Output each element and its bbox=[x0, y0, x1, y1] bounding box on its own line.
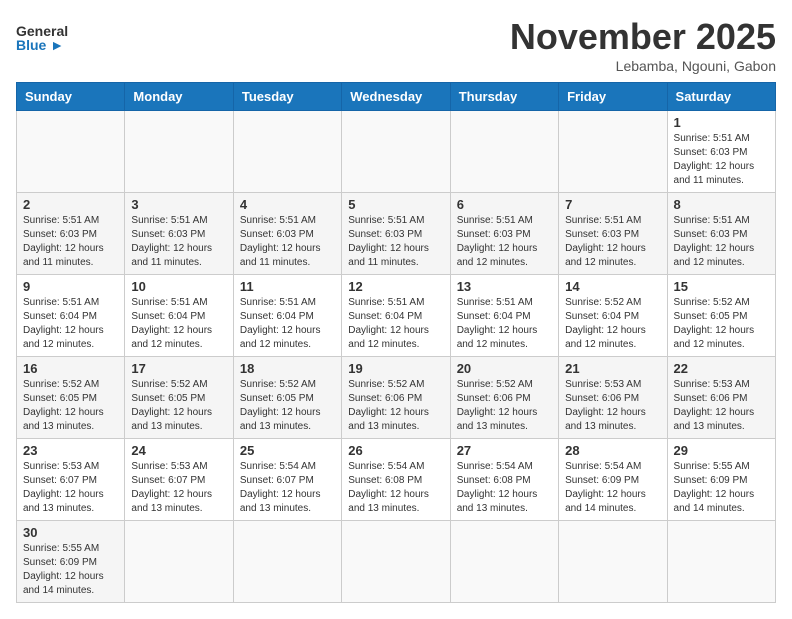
header-saturday: Saturday bbox=[667, 83, 775, 111]
header-wednesday: Wednesday bbox=[342, 83, 450, 111]
title-section: November 2025 Lebamba, Ngouni, Gabon bbox=[510, 16, 776, 74]
day-7: 7 Sunrise: 5:51 AM Sunset: 6:03 PM Dayli… bbox=[559, 193, 667, 275]
day-13: 13 Sunrise: 5:51 AM Sunset: 6:04 PM Dayl… bbox=[450, 275, 558, 357]
header-friday: Friday bbox=[559, 83, 667, 111]
header-thursday: Thursday bbox=[450, 83, 558, 111]
day-4: 4 Sunrise: 5:51 AM Sunset: 6:03 PM Dayli… bbox=[233, 193, 341, 275]
day-17: 17 Sunrise: 5:52 AM Sunset: 6:05 PM Dayl… bbox=[125, 357, 233, 439]
day-10: 10 Sunrise: 5:51 AM Sunset: 6:04 PM Dayl… bbox=[125, 275, 233, 357]
day-23: 23 Sunrise: 5:53 AM Sunset: 6:07 PM Dayl… bbox=[17, 439, 125, 521]
day-27: 27 Sunrise: 5:54 AM Sunset: 6:08 PM Dayl… bbox=[450, 439, 558, 521]
calendar-row-2: 2 Sunrise: 5:51 AM Sunset: 6:03 PM Dayli… bbox=[17, 193, 776, 275]
empty-cell bbox=[667, 521, 775, 603]
empty-cell bbox=[342, 521, 450, 603]
day-19: 19 Sunrise: 5:52 AM Sunset: 6:06 PM Dayl… bbox=[342, 357, 450, 439]
empty-cell bbox=[233, 521, 341, 603]
month-title: November 2025 bbox=[510, 16, 776, 58]
empty-cell bbox=[233, 111, 341, 193]
day-21: 21 Sunrise: 5:53 AM Sunset: 6:06 PM Dayl… bbox=[559, 357, 667, 439]
day-8: 8 Sunrise: 5:51 AM Sunset: 6:03 PM Dayli… bbox=[667, 193, 775, 275]
empty-cell bbox=[342, 111, 450, 193]
day-2: 2 Sunrise: 5:51 AM Sunset: 6:03 PM Dayli… bbox=[17, 193, 125, 275]
day-22: 22 Sunrise: 5:53 AM Sunset: 6:06 PM Dayl… bbox=[667, 357, 775, 439]
logo: General Blue ► bbox=[16, 24, 68, 52]
day-15: 15 Sunrise: 5:52 AM Sunset: 6:05 PM Dayl… bbox=[667, 275, 775, 357]
empty-cell bbox=[450, 521, 558, 603]
day-20: 20 Sunrise: 5:52 AM Sunset: 6:06 PM Dayl… bbox=[450, 357, 558, 439]
day-25: 25 Sunrise: 5:54 AM Sunset: 6:07 PM Dayl… bbox=[233, 439, 341, 521]
empty-cell bbox=[559, 111, 667, 193]
day-28: 28 Sunrise: 5:54 AM Sunset: 6:09 PM Dayl… bbox=[559, 439, 667, 521]
header-tuesday: Tuesday bbox=[233, 83, 341, 111]
header-monday: Monday bbox=[125, 83, 233, 111]
day-6: 6 Sunrise: 5:51 AM Sunset: 6:03 PM Dayli… bbox=[450, 193, 558, 275]
empty-cell bbox=[17, 111, 125, 193]
day-1: 1 Sunrise: 5:51 AM Sunset: 6:03 PM Dayli… bbox=[667, 111, 775, 193]
day-29: 29 Sunrise: 5:55 AM Sunset: 6:09 PM Dayl… bbox=[667, 439, 775, 521]
calendar-row-5: 23 Sunrise: 5:53 AM Sunset: 6:07 PM Dayl… bbox=[17, 439, 776, 521]
day-26: 26 Sunrise: 5:54 AM Sunset: 6:08 PM Dayl… bbox=[342, 439, 450, 521]
calendar-row-6: 30 Sunrise: 5:55 AM Sunset: 6:09 PM Dayl… bbox=[17, 521, 776, 603]
day-9: 9 Sunrise: 5:51 AM Sunset: 6:04 PM Dayli… bbox=[17, 275, 125, 357]
empty-cell bbox=[559, 521, 667, 603]
calendar-row-1: 1 Sunrise: 5:51 AM Sunset: 6:03 PM Dayli… bbox=[17, 111, 776, 193]
day-16: 16 Sunrise: 5:52 AM Sunset: 6:05 PM Dayl… bbox=[17, 357, 125, 439]
calendar-table: Sunday Monday Tuesday Wednesday Thursday… bbox=[16, 82, 776, 603]
day-24: 24 Sunrise: 5:53 AM Sunset: 6:07 PM Dayl… bbox=[125, 439, 233, 521]
empty-cell bbox=[125, 521, 233, 603]
day-3: 3 Sunrise: 5:51 AM Sunset: 6:03 PM Dayli… bbox=[125, 193, 233, 275]
day-14: 14 Sunrise: 5:52 AM Sunset: 6:04 PM Dayl… bbox=[559, 275, 667, 357]
day-12: 12 Sunrise: 5:51 AM Sunset: 6:04 PM Dayl… bbox=[342, 275, 450, 357]
day-30: 30 Sunrise: 5:55 AM Sunset: 6:09 PM Dayl… bbox=[17, 521, 125, 603]
day-18: 18 Sunrise: 5:52 AM Sunset: 6:05 PM Dayl… bbox=[233, 357, 341, 439]
empty-cell bbox=[125, 111, 233, 193]
empty-cell bbox=[450, 111, 558, 193]
day-11: 11 Sunrise: 5:51 AM Sunset: 6:04 PM Dayl… bbox=[233, 275, 341, 357]
location-subtitle: Lebamba, Ngouni, Gabon bbox=[510, 58, 776, 74]
calendar-row-4: 16 Sunrise: 5:52 AM Sunset: 6:05 PM Dayl… bbox=[17, 357, 776, 439]
calendar-row-3: 9 Sunrise: 5:51 AM Sunset: 6:04 PM Dayli… bbox=[17, 275, 776, 357]
header: General Blue ► November 2025 Lebamba, Ng… bbox=[16, 16, 776, 74]
header-sunday: Sunday bbox=[17, 83, 125, 111]
day-5: 5 Sunrise: 5:51 AM Sunset: 6:03 PM Dayli… bbox=[342, 193, 450, 275]
weekday-header-row: Sunday Monday Tuesday Wednesday Thursday… bbox=[17, 83, 776, 111]
